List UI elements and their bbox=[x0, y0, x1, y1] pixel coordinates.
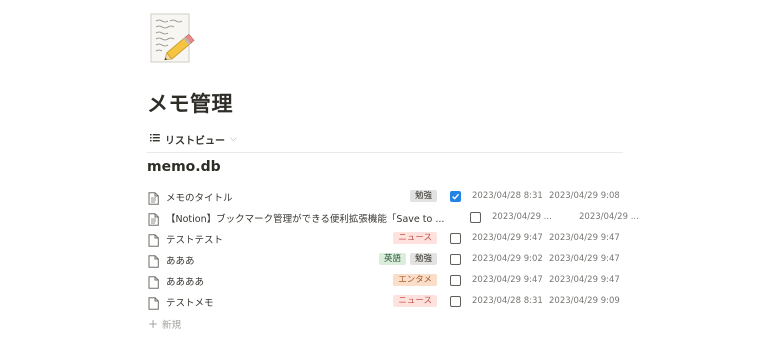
last-edited-time: 2023/04/29 9:09 bbox=[549, 296, 620, 306]
created-time: 2023/04/29 9:47 bbox=[472, 275, 543, 285]
list-item-title[interactable]: あああ bbox=[166, 253, 195, 267]
list-item[interactable]: メモのタイトル 勉強 2023/04/28 8:31 2023/04/29 9:08 bbox=[147, 186, 623, 207]
list-item-title[interactable]: テストメモ bbox=[166, 295, 214, 309]
list-item-title[interactable]: テストテスト bbox=[166, 232, 223, 246]
list-item[interactable]: テストテスト ニュース 2023/04/29 9:47 2023/04/29 9:47 bbox=[147, 228, 623, 249]
list-view: メモのタイトル 勉強 2023/04/28 8:31 2023/04/29 9:08 【… bbox=[147, 186, 639, 312]
list-item-title[interactable]: メモのタイトル bbox=[166, 190, 233, 204]
database-title[interactable]: memo.db bbox=[147, 159, 221, 175]
page-title: メモ管理 bbox=[147, 92, 233, 116]
page-icon bbox=[148, 232, 159, 247]
last-edited-time: 2023/04/29 9:47 bbox=[549, 254, 620, 264]
notion-page: メモ管理 リストビュー ⌵ memo.db メモのタイトル 勉強 2023/04/2… bbox=[0, 0, 768, 356]
tag-list: 英語 勉強 bbox=[378, 253, 437, 265]
checkbox[interactable] bbox=[450, 275, 461, 286]
tag-list: ニュース bbox=[393, 232, 437, 244]
checkbox[interactable] bbox=[450, 233, 461, 244]
last-edited-time: 2023/04/29 9:47 bbox=[549, 233, 620, 243]
tag-badge: 勉強 bbox=[409, 190, 437, 202]
list-item[interactable]: 【Notion】ブックマーク管理ができる便利拡張機能「Save to ... 20… bbox=[147, 207, 639, 228]
created-time: 2023/04/29 9:02 bbox=[472, 254, 543, 264]
tag-list: ニュース bbox=[393, 295, 437, 307]
checkbox[interactable] bbox=[450, 296, 461, 307]
tag-badge: ニュース bbox=[393, 232, 437, 244]
list-item[interactable]: あああ 英語 勉強 2023/04/29 9:02 2023/04/29 9:47 bbox=[147, 249, 623, 270]
page-icon bbox=[148, 295, 159, 310]
list-item-title[interactable]: ああああ bbox=[166, 274, 204, 288]
tag-badge: エンタメ bbox=[393, 274, 437, 286]
list-view-icon bbox=[150, 133, 160, 145]
checkbox[interactable] bbox=[450, 191, 461, 202]
created-time: 2023/04/28 8:31 bbox=[472, 191, 543, 201]
created-time: 2023/04/29 ... bbox=[492, 212, 552, 222]
plus-icon: + bbox=[148, 317, 159, 331]
last-edited-time: 2023/04/29 ... bbox=[579, 212, 639, 222]
view-tab-label: リストビュー bbox=[165, 135, 225, 147]
new-item-button[interactable]: + 新規 bbox=[148, 317, 181, 331]
new-item-label: 新規 bbox=[162, 320, 182, 331]
checkbox[interactable] bbox=[470, 212, 481, 223]
created-time: 2023/04/28 8:31 bbox=[472, 296, 543, 306]
tag-badge: 勉強 bbox=[409, 253, 437, 265]
list-item-title[interactable]: 【Notion】ブックマーク管理ができる便利拡張機能「Save to ... bbox=[166, 211, 444, 225]
tag-list: 勉強 bbox=[409, 190, 437, 202]
last-edited-time: 2023/04/29 9:08 bbox=[549, 191, 620, 201]
view-tab-list[interactable]: リストビュー ⌵ bbox=[150, 131, 237, 147]
created-time: 2023/04/29 9:47 bbox=[472, 233, 543, 243]
last-edited-time: 2023/04/29 9:47 bbox=[549, 275, 620, 285]
checkbox[interactable] bbox=[450, 254, 461, 265]
tag-badge: ニュース bbox=[393, 295, 437, 307]
page-text-icon bbox=[148, 190, 159, 205]
page-icon bbox=[148, 253, 159, 268]
list-item[interactable]: ああああ エンタメ 2023/04/29 9:47 2023/04/29 9:47 bbox=[147, 270, 623, 291]
page-text-icon bbox=[148, 211, 159, 226]
list-item[interactable]: テストメモ ニュース 2023/04/28 8:31 2023/04/29 9:09 bbox=[147, 291, 623, 312]
memo-pencil-icon[interactable] bbox=[150, 13, 196, 65]
chevron-down-icon[interactable]: ⌵ bbox=[230, 134, 237, 144]
divider bbox=[147, 152, 623, 153]
page-icon bbox=[148, 274, 159, 289]
tag-list: エンタメ bbox=[393, 274, 437, 286]
tag-badge: 英語 bbox=[378, 253, 406, 265]
